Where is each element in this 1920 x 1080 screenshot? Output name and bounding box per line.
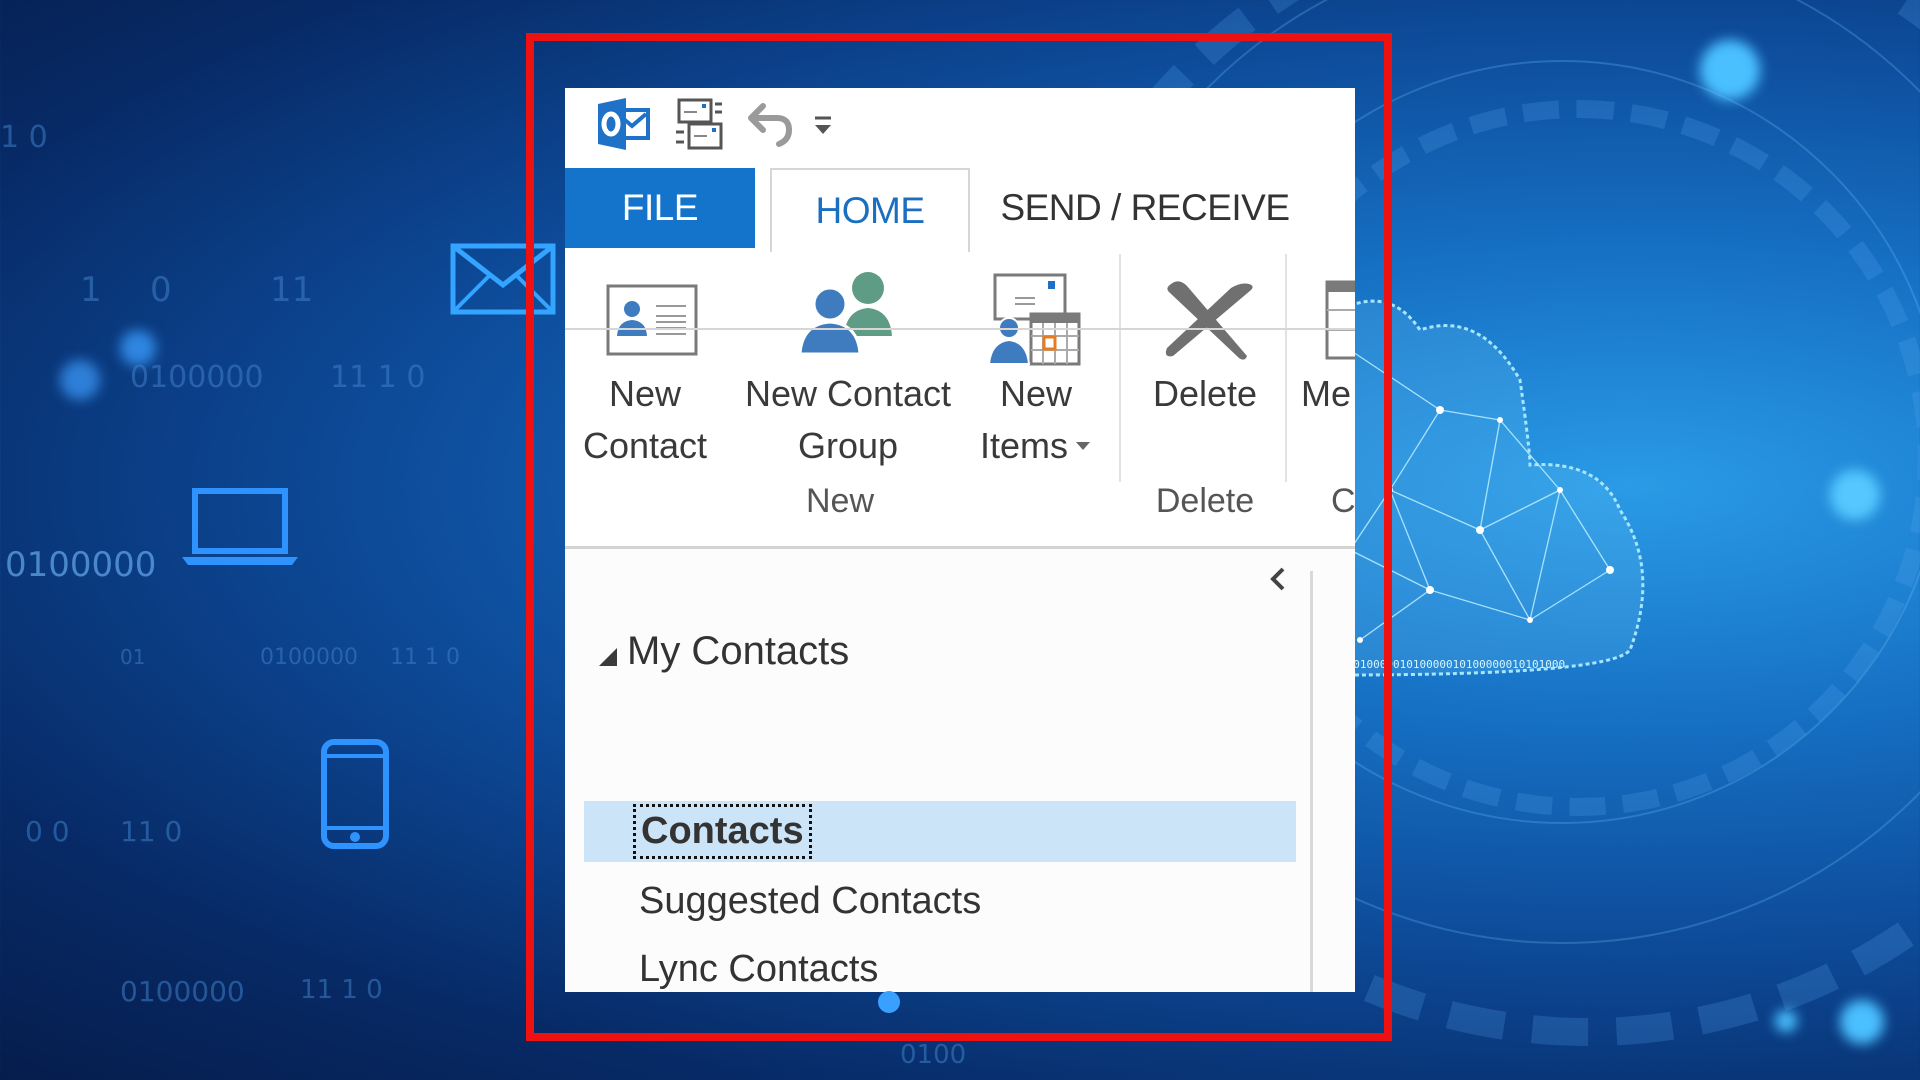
pane-splitter[interactable] — [1310, 571, 1313, 992]
folder-label: Lync Contacts — [639, 948, 879, 990]
laptop-icon — [182, 488, 298, 565]
new-contact-group-label-1: New Contact — [744, 373, 952, 414]
tab-file[interactable]: FILE — [565, 168, 755, 248]
binary-text: 01 — [120, 645, 146, 669]
binary-text: 11 0 — [120, 815, 183, 848]
folder-item-lync-contacts[interactable]: Lync Contacts — [584, 939, 1296, 992]
delete-button[interactable]: Delete — [1129, 250, 1281, 482]
meeting-icon — [1325, 280, 1355, 360]
tabs-divider — [565, 328, 1355, 330]
bokeh-light — [1775, 1010, 1797, 1032]
quick-access-toolbar — [565, 88, 1355, 168]
my-contacts-label: My Contacts — [627, 629, 850, 673]
new-contact-button[interactable]: New Contact — [573, 250, 717, 482]
binary-text: 11 1 0 — [330, 360, 426, 395]
bokeh-light — [120, 330, 156, 366]
group-label-communicate: C — [1331, 482, 1355, 520]
group-label-delete: Delete — [1155, 482, 1255, 520]
bokeh-light — [1700, 40, 1760, 100]
folder-item-contacts[interactable]: Contacts — [584, 801, 1296, 862]
tab-send-receive[interactable]: SEND / RECEIVE — [995, 168, 1295, 248]
new-items-label-2: Items — [979, 425, 1068, 466]
new-contact-group-button[interactable]: New Contact Group — [733, 250, 963, 482]
folder-item-suggested-contacts[interactable]: Suggested Contacts — [584, 871, 1296, 932]
new-items-label-1: New — [999, 373, 1073, 414]
meeting-button[interactable]: Me — [1295, 250, 1355, 482]
bokeh-light — [1830, 470, 1880, 520]
binary-text: 0 0 — [25, 815, 70, 848]
meeting-label: Me — [1301, 373, 1352, 414]
undo-button[interactable] — [745, 100, 797, 148]
expand-triangle-icon — [599, 647, 617, 666]
new-items-icon — [987, 273, 1081, 366]
new-contact-label-1: New — [608, 373, 682, 414]
group-separator — [1285, 254, 1287, 482]
customize-dropdown-icon — [815, 116, 831, 134]
new-contact-group-label-2: Group — [797, 425, 899, 466]
undo-icon — [748, 103, 793, 147]
binary-text: 11 1 0 — [390, 645, 460, 670]
collapse-folder-pane-button[interactable] — [1265, 564, 1291, 594]
group-label-new: New — [805, 482, 875, 520]
pointer-dot — [878, 991, 900, 1013]
outlook-icon — [596, 98, 650, 150]
binary-text: 11 1 0 — [300, 975, 383, 1005]
binary-text: 0100000 — [260, 645, 358, 670]
bokeh-light — [60, 360, 100, 400]
binary-text: 0100 — [900, 1040, 967, 1070]
binary-text: 0100000 — [5, 545, 157, 585]
chevron-down-icon — [1076, 442, 1090, 450]
new-items-button[interactable]: New Items — [969, 250, 1103, 482]
binary-text: 1 — [80, 270, 102, 310]
outlook-window: FILE HOME SEND / RECEIVE New Contact New… — [565, 88, 1355, 992]
folder-label: Suggested Contacts — [639, 880, 982, 922]
chevron-left-icon — [1270, 567, 1285, 591]
new-contact-icon — [606, 284, 698, 356]
new-contact-label-2: Contact — [582, 425, 708, 466]
send-receive-button[interactable] — [673, 98, 725, 152]
ribbon-home: New Contact New Contact Group New Items … — [565, 250, 1355, 546]
binary-text: 0100000 — [130, 360, 264, 395]
bokeh-light — [1840, 1000, 1884, 1044]
group-separator — [1119, 254, 1121, 482]
delete-label: Delete — [1152, 373, 1258, 414]
customize-quick-access-button[interactable] — [811, 110, 835, 140]
ribbon-tabs: FILE HOME SEND / RECEIVE — [565, 168, 1355, 330]
smartphone-icon — [321, 739, 389, 849]
folder-label: Contacts — [633, 804, 812, 859]
tab-home[interactable]: HOME — [770, 168, 970, 252]
binary-text: 0 — [150, 270, 172, 310]
send-receive-icon — [676, 98, 723, 150]
folder-pane: My Contacts Contacts Suggested Contacts … — [565, 549, 1355, 992]
new-contact-group-icon — [798, 272, 892, 356]
binary-text: 1 0 — [0, 120, 48, 155]
binary-text: 11 — [270, 270, 314, 310]
my-contacts-header[interactable]: My Contacts — [599, 629, 849, 674]
delete-icon — [1165, 281, 1253, 360]
binary-text: 0100000 — [120, 975, 245, 1008]
